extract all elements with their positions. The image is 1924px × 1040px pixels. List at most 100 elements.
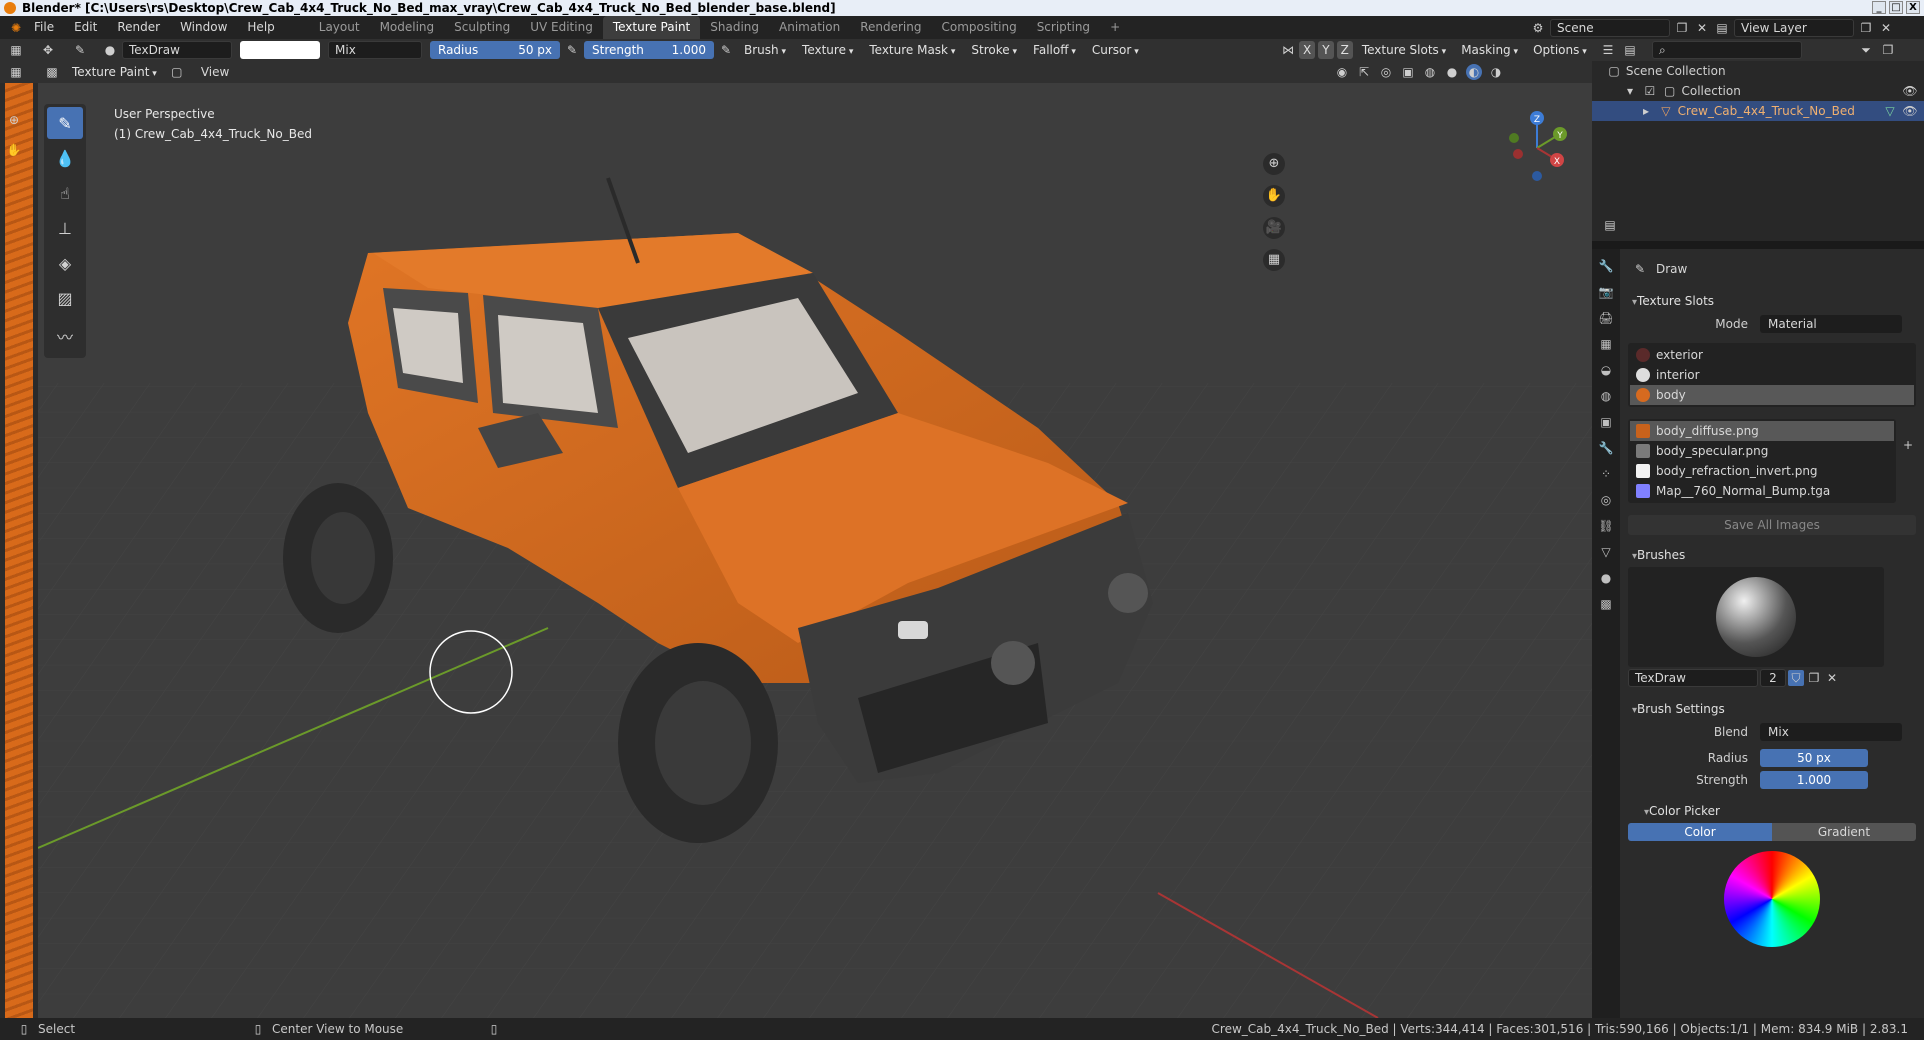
texture-slots-dropdown[interactable]: Texture Slots bbox=[1356, 41, 1452, 59]
visibility-icon[interactable]: ◉ bbox=[1334, 64, 1350, 80]
strength-slider[interactable]: Strength 1.000 bbox=[584, 41, 714, 59]
stroke-dropdown[interactable]: Stroke bbox=[965, 41, 1023, 59]
menu-render[interactable]: Render bbox=[107, 16, 170, 39]
strength-field[interactable]: 1.000 bbox=[1760, 771, 1868, 789]
maximize-button[interactable]: □ bbox=[1889, 1, 1903, 14]
fill-tool-icon[interactable]: ◈ bbox=[47, 247, 83, 279]
output-tab-icon[interactable]: 🖨 bbox=[1597, 309, 1615, 327]
close-button[interactable]: X bbox=[1906, 1, 1920, 14]
physics-tab-icon[interactable]: ◎ bbox=[1597, 491, 1615, 509]
checkbox-icon[interactable]: ☑ bbox=[1642, 83, 1658, 99]
options-dropdown[interactable]: Options bbox=[1527, 41, 1593, 59]
add-image-icon[interactable]: + bbox=[1900, 437, 1916, 453]
symmetry-icon[interactable]: ⋈ bbox=[1280, 42, 1296, 58]
data-tab-icon[interactable]: ▽ bbox=[1597, 543, 1615, 561]
radius-pressure-icon[interactable]: ✎ bbox=[564, 42, 580, 58]
brush-dropdown[interactable]: Brush bbox=[738, 41, 792, 59]
filter-icon[interactable]: ⏷ bbox=[1858, 42, 1874, 58]
new-collection-icon[interactable]: ❐ bbox=[1880, 42, 1896, 58]
world-tab-icon[interactable]: ◍ bbox=[1597, 387, 1615, 405]
save-all-images-button[interactable]: Save All Images bbox=[1628, 515, 1916, 535]
masking-dropdown[interactable]: Masking bbox=[1455, 41, 1524, 59]
pan-view-icon[interactable]: ✋ bbox=[1263, 185, 1285, 207]
brushes-section[interactable]: Brushes bbox=[1620, 543, 1924, 567]
tab-texture-paint[interactable]: Texture Paint bbox=[602, 16, 701, 39]
overlay-toggle-icon[interactable]: ◎ bbox=[1378, 64, 1394, 80]
minimize-button[interactable]: _ bbox=[1872, 1, 1886, 14]
delete-view-layer-icon[interactable]: ✕ bbox=[1878, 20, 1894, 36]
render-tab-icon[interactable]: 📷 bbox=[1597, 283, 1615, 301]
unlink-brush-icon[interactable]: ✕ bbox=[1824, 670, 1840, 686]
scene-icon[interactable]: ⚙ bbox=[1530, 20, 1546, 36]
expand-icon[interactable]: ▾ bbox=[1622, 83, 1638, 99]
xray-icon[interactable]: ▣ bbox=[1400, 64, 1416, 80]
radius-field[interactable]: 50 px bbox=[1760, 749, 1868, 767]
scene-selector[interactable]: Scene bbox=[1550, 18, 1670, 37]
blend-mode-dropdown[interactable]: Mix bbox=[328, 41, 422, 59]
radius-slider[interactable]: Radius 50 px bbox=[430, 41, 560, 59]
texture-slots-section[interactable]: Texture Slots bbox=[1620, 289, 1924, 313]
tab-scripting[interactable]: Scripting bbox=[1027, 16, 1100, 39]
material-item-exterior[interactable]: exterior bbox=[1630, 345, 1914, 365]
outliner-collection[interactable]: ▾ ☑ ▢ Collection 👁 bbox=[1592, 81, 1924, 101]
view-layer-selector[interactable]: View Layer bbox=[1734, 18, 1854, 37]
cursor-dropdown[interactable]: Cursor bbox=[1086, 41, 1145, 59]
clone-tool-icon[interactable]: ⊥ bbox=[47, 212, 83, 244]
outliner-scene-collection[interactable]: ▢ Scene Collection bbox=[1592, 61, 1924, 81]
new-scene-icon[interactable]: ❐ bbox=[1674, 20, 1690, 36]
eye-icon[interactable]: 👁 bbox=[1902, 103, 1918, 119]
brush-name-field[interactable]: TexDraw bbox=[122, 41, 232, 59]
duplicate-brush-icon[interactable]: ❐ bbox=[1806, 670, 1822, 686]
3d-viewport[interactable]: ✎ 💧 ☝ ⊥ ◈ ▨ 〰 User Perspective (1) Crew_… bbox=[38, 83, 1592, 1018]
material-item-body[interactable]: body bbox=[1630, 385, 1914, 405]
expand-icon[interactable]: ▸ bbox=[1638, 103, 1654, 119]
brush-color-swatch[interactable] bbox=[240, 41, 320, 59]
material-item-interior[interactable]: interior bbox=[1630, 365, 1914, 385]
delete-scene-icon[interactable]: ✕ bbox=[1694, 20, 1710, 36]
tab-rendering[interactable]: Rendering bbox=[850, 16, 931, 39]
tab-sculpting[interactable]: Sculpting bbox=[444, 16, 520, 39]
strength-pressure-icon[interactable]: ✎ bbox=[718, 42, 734, 58]
smear-tool-icon[interactable]: ☝ bbox=[47, 177, 83, 209]
new-view-layer-icon[interactable]: ❐ bbox=[1858, 20, 1874, 36]
tab-modeling[interactable]: Modeling bbox=[370, 16, 445, 39]
brush-browse-icon[interactable]: ● bbox=[102, 42, 118, 58]
editor-mode-icon[interactable]: ▦ bbox=[8, 64, 24, 80]
tab-layout[interactable]: Layout bbox=[309, 16, 370, 39]
material-preview-icon[interactable]: ◐ bbox=[1466, 64, 1482, 80]
modifier-tab-icon[interactable]: 🔧 bbox=[1597, 439, 1615, 457]
brush-users-count[interactable]: 2 bbox=[1760, 669, 1786, 687]
properties-editor-icon[interactable]: ▤ bbox=[1602, 217, 1618, 233]
zoom-view-icon[interactable]: ⊕ bbox=[1263, 153, 1285, 175]
editor-type-icon[interactable]: ▦ bbox=[8, 42, 24, 58]
mirror-x-button[interactable]: X bbox=[1299, 41, 1316, 59]
zoom-icon[interactable]: ⊕ bbox=[6, 112, 22, 128]
color-wheel[interactable] bbox=[1724, 851, 1820, 947]
mirror-z-button[interactable]: Z bbox=[1336, 41, 1353, 59]
eye-icon[interactable]: 👁 bbox=[1902, 83, 1918, 99]
view-layer-tab-icon[interactable]: ▦ bbox=[1597, 335, 1615, 353]
blend-dropdown[interactable]: Mix bbox=[1760, 723, 1902, 741]
blender-menu-icon[interactable]: ✺ bbox=[8, 20, 24, 36]
draw-tool-icon[interactable]: ✎ bbox=[47, 107, 83, 139]
tab-color[interactable]: Color bbox=[1628, 823, 1772, 841]
object-tab-icon[interactable]: ▣ bbox=[1597, 413, 1615, 431]
navigation-gizmo[interactable]: Z Y X bbox=[1502, 108, 1572, 188]
image-item[interactable]: Map__760_Normal_Bump.tga bbox=[1630, 481, 1894, 501]
image-item[interactable]: body_refraction_invert.png bbox=[1630, 461, 1894, 481]
hand-icon[interactable]: ✋ bbox=[6, 142, 22, 158]
annotate-tool-icon[interactable]: 〰 bbox=[47, 320, 83, 352]
display-mode-icon[interactable]: ▤ bbox=[1622, 42, 1638, 58]
brush-icon[interactable]: ✎ bbox=[72, 42, 88, 58]
menu-file[interactable]: File bbox=[24, 16, 64, 39]
camera-view-icon[interactable]: 🎥 bbox=[1263, 217, 1285, 239]
color-picker-section[interactable]: Color Picker bbox=[1620, 799, 1924, 823]
outliner-object-row[interactable]: ▸ ▽ Crew_Cab_4x4_Truck_No_Bed ▽ 👁 bbox=[1592, 101, 1924, 121]
tool-icon[interactable]: ✥ bbox=[40, 42, 56, 58]
rendered-shading-icon[interactable]: ◑ bbox=[1488, 64, 1504, 80]
texture-tab-icon[interactable]: ▩ bbox=[1597, 595, 1615, 613]
falloff-dropdown[interactable]: Falloff bbox=[1027, 41, 1082, 59]
mode-dropdown[interactable]: Material bbox=[1760, 315, 1902, 333]
texture-mask-dropdown[interactable]: Texture Mask bbox=[863, 41, 961, 59]
add-workspace-button[interactable]: + bbox=[1100, 16, 1130, 39]
